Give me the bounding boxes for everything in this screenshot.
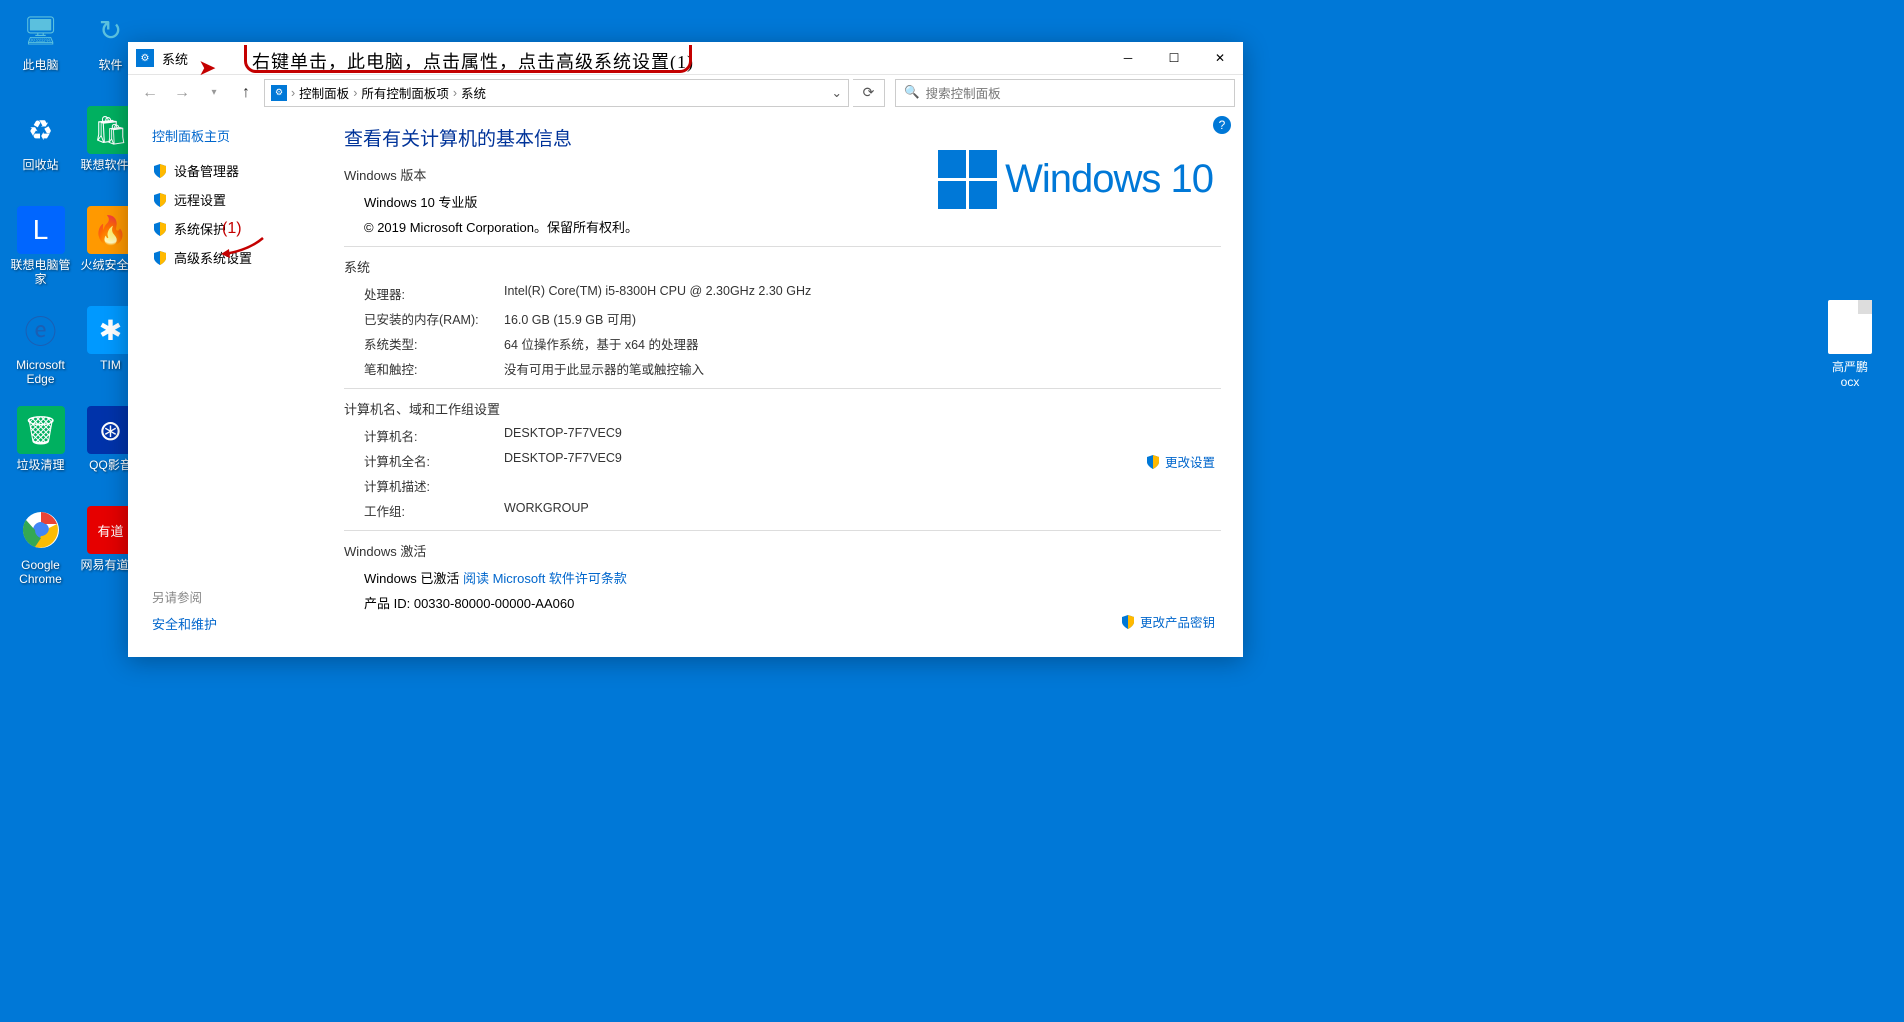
nav-row: ← → ▾ ↑ ⚙ › 控制面板 › 所有控制面板项 › 系统 ⌄ ⟳ 🔍 搜索… <box>128 74 1243 110</box>
computer-section-title: 计算机名、域和工作组设置 <box>344 399 1221 418</box>
activation-section-title: Windows 激活 <box>344 541 1221 560</box>
chevron-right-icon: › <box>353 86 357 100</box>
info-row: 工作组:WORKGROUP <box>364 501 1221 520</box>
info-row: 计算机全名:DESKTOP-7F7VEC9 <box>364 451 1221 470</box>
search-input[interactable]: 🔍 搜索控制面板 <box>895 79 1235 107</box>
shield-icon <box>1145 454 1161 470</box>
refresh-button[interactable]: ⟳ <box>853 79 885 107</box>
change-product-key-link[interactable]: 更改产品密钥 <box>1120 612 1215 631</box>
desktop-icon-document[interactable]: 高严鹏 ocx <box>1820 300 1880 389</box>
see-also-label: 另请参阅 <box>152 587 330 606</box>
system-section-title: 系统 <box>344 257 1221 276</box>
desktop-icon-trash-clean[interactable]: 🗑垃圾清理 <box>8 406 73 472</box>
sidebar-item-device-manager[interactable]: 设备管理器 <box>152 161 330 180</box>
copyright: © 2019 Microsoft Corporation。保留所有权利。 <box>364 217 1221 236</box>
breadcrumb-dropdown[interactable]: ⌄ <box>832 85 842 100</box>
system-window: ⚙ 系统 ─ ☐ ✕ ← → ▾ ↑ ⚙ › 控制面板 › 所有控制面板项 › … <box>128 42 1243 657</box>
windows-logo: Windows 10 <box>938 150 1213 209</box>
shield-icon <box>152 192 168 208</box>
control-panel-icon: ⚙ <box>271 85 287 101</box>
info-row: 笔和触控:没有可用于此显示器的笔或触控输入 <box>364 359 1221 378</box>
maximize-button[interactable]: ☐ <box>1151 42 1197 74</box>
close-button[interactable]: ✕ <box>1197 42 1243 74</box>
annotation-text: 右键单击，此电脑，点击属性，点击高级系统设置(1) <box>248 48 698 74</box>
shield-icon <box>152 221 168 237</box>
shield-icon <box>1120 614 1136 630</box>
window-title: 系统 <box>162 49 188 68</box>
annotation-arrow2-icon <box>219 236 265 258</box>
info-row: 已安装的内存(RAM):16.0 GB (15.9 GB 可用) <box>364 309 1221 328</box>
control-panel-home-link[interactable]: 控制面板主页 <box>152 126 330 145</box>
minimize-button[interactable]: ─ <box>1105 42 1151 74</box>
change-settings-link[interactable]: 更改设置 <box>1145 452 1215 471</box>
recent-dropdown[interactable]: ▾ <box>200 79 228 107</box>
sidebar-item-remote[interactable]: 远程设置 <box>152 190 330 209</box>
product-id: 产品 ID: 00330-80000-00000-AA060 <box>364 593 1221 612</box>
info-row: 处理器:Intel(R) Core(TM) i5-8300H CPU @ 2.3… <box>364 284 1221 303</box>
breadcrumb-item[interactable]: 系统 <box>461 83 486 102</box>
app-icon: ⚙ <box>136 49 154 67</box>
desktop-icon-lenovo-mgr[interactable]: L联想电脑管家 <box>8 206 73 287</box>
chevron-right-icon: › <box>453 86 457 100</box>
help-icon[interactable]: ? <box>1213 116 1231 134</box>
license-terms-link[interactable]: 阅读 Microsoft 软件许可条款 <box>463 571 627 586</box>
desktop-icon-edge[interactable]: ⓔMicrosoft Edge <box>8 306 73 387</box>
breadcrumb-item[interactable]: 控制面板 <box>299 83 349 102</box>
desktop-icon-recycle[interactable]: ♻回收站 <box>8 106 73 172</box>
breadcrumb-item[interactable]: 所有控制面板项 <box>361 83 449 102</box>
security-maintenance-link[interactable]: 安全和维护 <box>152 614 330 633</box>
info-row: 系统类型:64 位操作系统，基于 x64 的处理器 <box>364 334 1221 353</box>
back-button[interactable]: ← <box>136 79 164 107</box>
search-icon: 🔍 <box>904 85 920 100</box>
annotation-arrow-icon: ➤ <box>198 55 216 81</box>
breadcrumb[interactable]: ⚙ › 控制面板 › 所有控制面板项 › 系统 ⌄ <box>264 79 849 107</box>
sidebar: 控制面板主页 设备管理器 远程设置 系统保护 高级系统设置 另请参阅 安全和维护 <box>128 110 330 657</box>
main-content: ? 查看有关计算机的基本信息 Windows 版本 Windows 10 专业版… <box>330 110 1243 657</box>
chevron-right-icon: › <box>291 86 295 100</box>
shield-icon <box>152 163 168 179</box>
page-heading: 查看有关计算机的基本信息 <box>344 124 1221 151</box>
forward-button[interactable]: → <box>168 79 196 107</box>
desktop-icon-chrome[interactable]: Google Chrome <box>8 506 73 587</box>
search-placeholder: 搜索控制面板 <box>926 83 1001 102</box>
info-row: 计算机名:DESKTOP-7F7VEC9 <box>364 426 1221 445</box>
shield-icon <box>152 250 168 266</box>
info-row: 计算机描述: <box>364 476 1221 495</box>
activation-status: Windows 已激活 <box>364 571 463 586</box>
up-button[interactable]: ↑ <box>232 79 260 107</box>
desktop-icon-this-pc[interactable]: 🖥此电脑 <box>8 6 73 72</box>
